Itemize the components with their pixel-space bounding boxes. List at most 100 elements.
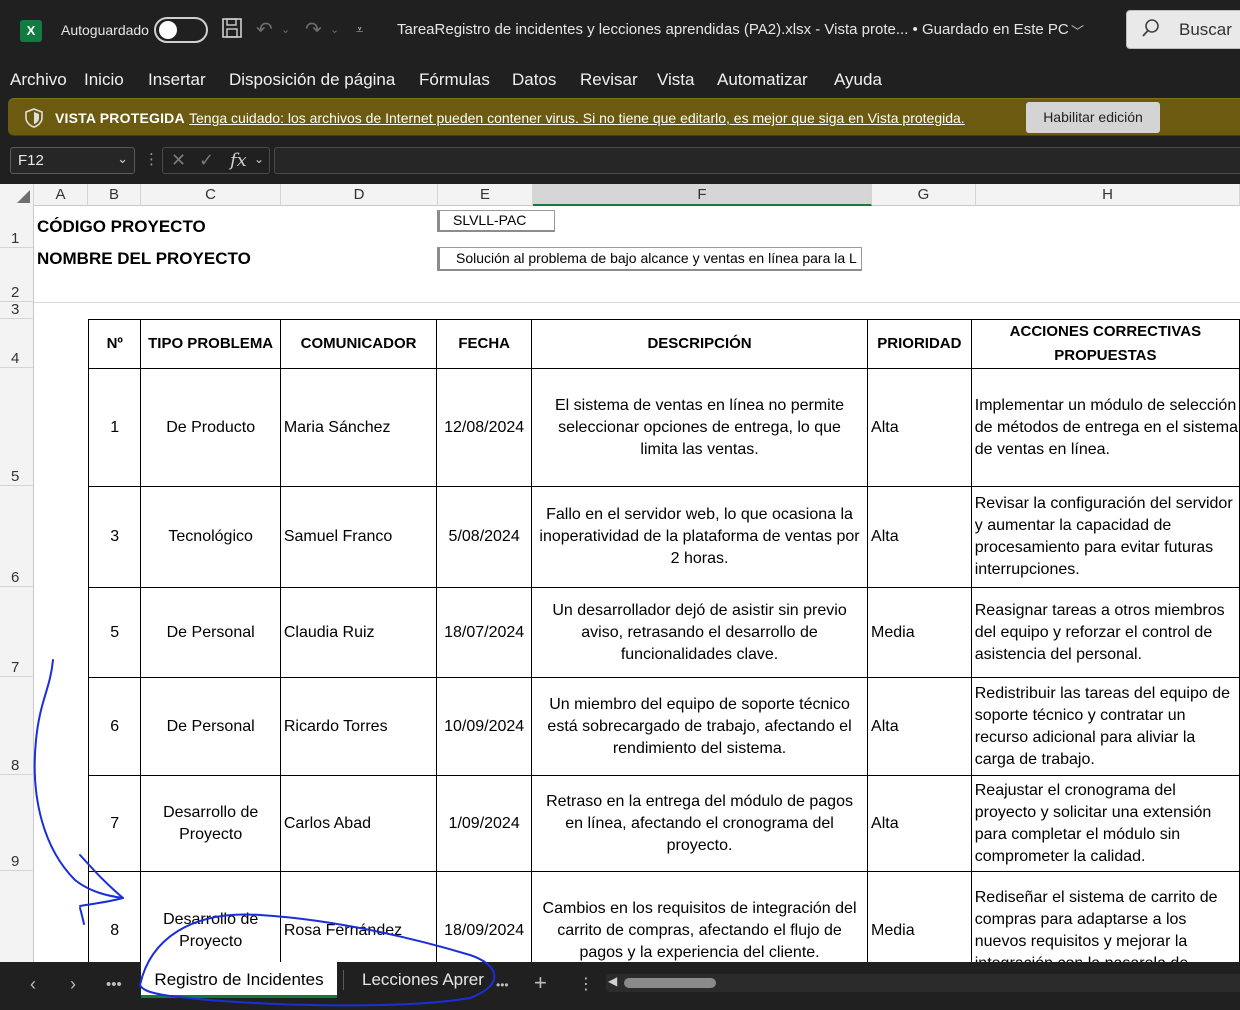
cell-acciones[interactable]: Revisar la configuración del servidor y … <box>970 486 1240 588</box>
scroll-left-icon[interactable]: ◀ <box>608 974 617 988</box>
cell-no[interactable]: 6 <box>87 677 142 776</box>
header-prioridad[interactable]: PRIORIDAD <box>867 319 972 369</box>
next-sheet-icon[interactable]: › <box>70 974 76 995</box>
header-descripcion[interactable]: DESCRIPCIÓN <box>531 319 869 369</box>
column-header-e[interactable]: E <box>438 184 533 206</box>
row-header-3[interactable]: 3 <box>0 301 34 319</box>
scrollbar-thumb[interactable] <box>624 978 716 988</box>
cell-fecha[interactable]: 10/09/2024 <box>436 677 533 776</box>
cell-acciones[interactable]: Rediseñar el sistema de carrito de compr… <box>970 871 1240 962</box>
cell-no[interactable]: 5 <box>87 587 142 678</box>
protected-view-message[interactable]: Tenga cuidado: los archivos de Internet … <box>189 110 965 126</box>
cancel-icon[interactable]: ✕ <box>171 150 186 171</box>
cell-prioridad[interactable]: Alta <box>867 368 972 487</box>
row-header-8[interactable]: 8 <box>0 677 34 775</box>
cell-comunicador[interactable]: Claudia Ruiz <box>279 587 438 678</box>
cell-comunicador[interactable]: Ricardo Torres <box>279 677 438 776</box>
formula-input[interactable] <box>274 147 1240 174</box>
cell-comunicador[interactable]: Maria Sánchez <box>279 368 438 487</box>
column-header-a[interactable]: A <box>34 184 88 206</box>
document-title[interactable]: TareaRegistro de incidentes y lecciones … <box>397 21 1069 38</box>
prev-sheet-icon[interactable]: ‹ <box>30 974 36 995</box>
cell-prioridad[interactable]: Alta <box>867 677 972 776</box>
menu-disposicion[interactable]: Disposición de página <box>229 70 395 90</box>
chevron-down-icon[interactable]: ⌄ <box>117 151 128 167</box>
menu-revisar[interactable]: Revisar <box>580 70 638 90</box>
column-header-g[interactable]: G <box>872 184 976 206</box>
add-sheet-icon[interactable]: + <box>534 970 547 996</box>
project-name-value[interactable]: Solución al problema de bajo alcance y v… <box>437 247 862 271</box>
cell-fecha[interactable]: 1/09/2024 <box>436 775 533 872</box>
more-sheets-icon[interactable]: ••• <box>106 976 122 993</box>
cell-descripcion[interactable]: Un miembro del equipo de soporte técnico… <box>531 677 869 776</box>
cell-tipo[interactable]: Desarrollo de Proyecto <box>140 775 281 872</box>
row-header-4[interactable]: 4 <box>0 319 34 368</box>
undo-icon[interactable]: ↶ <box>256 17 273 43</box>
chevron-down-icon[interactable]: ⌄ <box>254 152 264 166</box>
fx-icon[interactable]: fx <box>230 150 247 171</box>
menu-vista[interactable]: Vista <box>657 70 695 90</box>
row-header-7[interactable]: 7 <box>0 587 34 677</box>
header-fecha[interactable]: FECHA <box>436 319 533 369</box>
cell-tipo[interactable]: De Producto <box>140 368 281 487</box>
header-no[interactable]: Nº <box>87 319 142 369</box>
project-code-value[interactable]: SLVLL-PAC <box>437 210 555 232</box>
cell-tipo[interactable]: Desarrollo de Proyecto <box>140 871 281 962</box>
sheet-options-icon[interactable]: ⋮ <box>578 974 594 994</box>
chevron-down-icon[interactable]: ⌄ <box>281 17 290 43</box>
horizontal-scrollbar[interactable]: ◀ <box>606 974 1240 992</box>
cell-tipo[interactable]: De Personal <box>140 587 281 678</box>
cell-no[interactable]: 1 <box>87 368 142 487</box>
worksheet-grid[interactable]: A B C D E F G H 1 2 3 4 5 6 7 8 9 CÓDIGO… <box>0 184 1240 962</box>
header-comunicador[interactable]: COMUNICADOR <box>279 319 438 369</box>
cell-fecha[interactable]: 5/08/2024 <box>436 486 533 588</box>
chevron-down-icon[interactable]: ⌄ <box>330 17 339 43</box>
header-acciones[interactable]: ACCIONES CORRECTIVAS PROPUESTAS <box>970 319 1240 369</box>
customize-qat-icon[interactable]: ⩡ <box>356 17 363 43</box>
cell-fecha[interactable]: 12/08/2024 <box>436 368 533 487</box>
header-tipo-problema[interactable]: TIPO PROBLEMA <box>140 319 281 369</box>
column-header-d[interactable]: D <box>281 184 438 206</box>
column-header-c[interactable]: C <box>141 184 281 206</box>
menu-insertar[interactable]: Insertar <box>148 70 206 90</box>
cell-no[interactable]: 7 <box>87 775 142 872</box>
cell-prioridad[interactable]: Media <box>867 871 972 962</box>
menu-ayuda[interactable]: Ayuda <box>834 70 882 90</box>
cell-fecha[interactable]: 18/09/2024 <box>436 871 533 962</box>
cell-fecha[interactable]: 18/07/2024 <box>436 587 533 678</box>
cell-tipo[interactable]: De Personal <box>140 677 281 776</box>
menu-datos[interactable]: Datos <box>512 70 556 90</box>
select-all-icon[interactable] <box>0 184 34 206</box>
row-header-1[interactable]: 1 <box>0 206 34 248</box>
cell-acciones[interactable]: Reajustar el cronograma del proyecto y s… <box>970 775 1240 872</box>
row-header-5[interactable]: 5 <box>0 368 34 486</box>
cell-no[interactable]: 8 <box>87 871 142 962</box>
more-options-icon[interactable]: ⋮ <box>144 150 159 168</box>
more-sheets-icon[interactable]: ••• <box>496 978 509 992</box>
cell-acciones[interactable]: Reasignar tareas a otros miembros del eq… <box>970 587 1240 678</box>
cell-prioridad[interactable]: Media <box>867 587 972 678</box>
cell-comunicador[interactable]: Samuel Franco <box>279 486 438 588</box>
menu-inicio[interactable]: Inicio <box>84 70 124 90</box>
cell-descripcion[interactable]: Un desarrollador dejó de asistir sin pre… <box>531 587 869 678</box>
column-header-f[interactable]: F <box>533 184 872 206</box>
menu-formulas[interactable]: Fórmulas <box>419 70 490 90</box>
cell-no[interactable]: 3 <box>87 486 142 588</box>
sheet-tab-registro-incidentes[interactable]: Registro de Incidentes <box>141 962 337 998</box>
menu-automatizar[interactable]: Automatizar <box>717 70 808 90</box>
autosave-toggle[interactable] <box>154 17 208 43</box>
row-header-9[interactable]: 9 <box>0 775 34 871</box>
cell-descripcion[interactable]: Fallo en el servidor web, lo que ocasion… <box>531 486 869 588</box>
row-header-2[interactable]: 2 <box>0 248 34 302</box>
enter-icon[interactable]: ✓ <box>199 150 214 171</box>
cell-comunicador[interactable]: Rosa Fernández <box>279 871 438 962</box>
name-box[interactable]: F12 ⌄ <box>10 147 135 174</box>
cell-acciones[interactable]: Implementar un módulo de selección de mé… <box>970 368 1240 487</box>
sheet-tab-lecciones[interactable]: Lecciones Aprer <box>350 962 488 998</box>
row-header-6[interactable]: 6 <box>0 486 34 587</box>
enable-editing-button[interactable]: Habilitar edición <box>1026 102 1160 133</box>
chevron-down-icon[interactable]: ﹀ <box>1071 19 1084 45</box>
cell-descripcion[interactable]: El sistema de ventas en línea no permite… <box>531 368 869 487</box>
redo-icon[interactable]: ↷ <box>305 17 322 43</box>
cell-comunicador[interactable]: Carlos Abad <box>279 775 438 872</box>
